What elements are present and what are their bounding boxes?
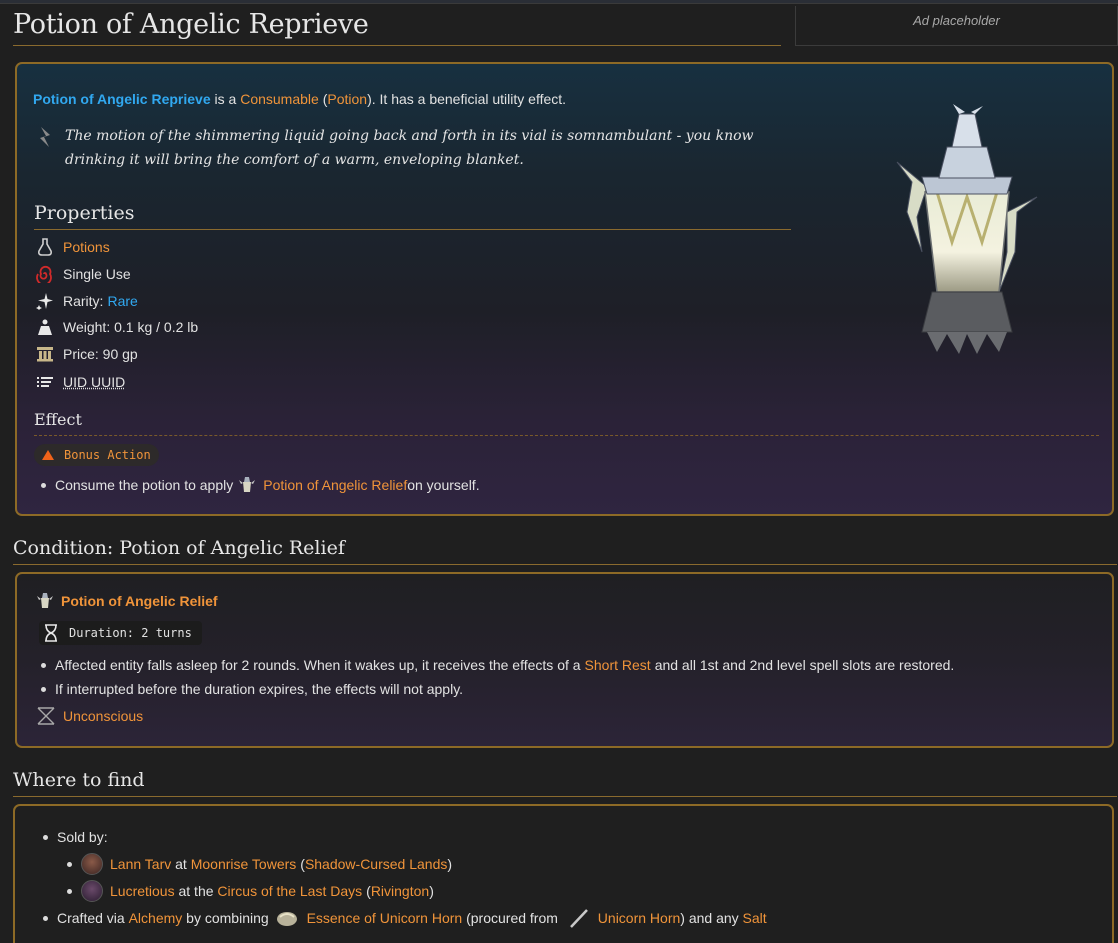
sold-by-row: Sold by: [43, 826, 108, 848]
where-to-find-heading: Where to find [13, 769, 1117, 797]
vendor-row: Lucretious at the Circus of the Last Day… [67, 879, 434, 903]
spiral-icon [35, 264, 55, 284]
prop-weight: Weight: 0.1 kg / 0.2 lb [35, 316, 198, 338]
properties-heading: Properties [34, 202, 791, 230]
item-infobox: Potion of Angelic Reprieve is a Consumab… [15, 62, 1114, 516]
page-title: Potion of Angelic Reprieve [13, 8, 781, 46]
angelic-relief-icon [37, 593, 53, 608]
vendor-row: Lann Tarv at Moonrise Towers (Shadow-Cur… [67, 852, 452, 876]
avatar [81, 853, 103, 875]
sold-by-label: Sold by: [57, 829, 108, 845]
potion-artwork [896, 104, 1038, 354]
bullet-dot [67, 861, 72, 867]
prop-rarity: Rarity: Rare [35, 290, 138, 312]
bullet-dot [67, 888, 72, 894]
consumable-link[interactable]: Consumable [240, 91, 319, 107]
bonus-action-badge: Bonus Action [34, 444, 159, 466]
vendor-at: at [171, 856, 191, 872]
rarity-label: Rarity: [63, 293, 104, 309]
essence-icon [276, 912, 297, 926]
prop-uid: UID UUID [35, 371, 125, 393]
bonus-action-label: Bonus Action [64, 448, 151, 462]
intro-text: Potion of Angelic Reprieve is a Consumab… [33, 91, 566, 107]
unicorn-horn-link[interactable]: Unicorn Horn [598, 910, 680, 926]
item-name-link[interactable]: Potion of Angelic Reprieve [33, 91, 211, 107]
flask-icon [35, 237, 55, 257]
crafted-row: Crafted via Alchemy by combining Essence… [43, 905, 767, 931]
location-link[interactable]: Circus of the Last Days [217, 883, 362, 899]
unconscious-row: Unconscious [35, 704, 143, 728]
condition-bullet-1: Affected entity falls asleep for 2 round… [41, 654, 954, 676]
condition-title-row: Potion of Angelic Relief [35, 590, 218, 612]
duration-badge: Duration: 2 turns [39, 621, 202, 645]
salt-link[interactable]: Salt [743, 910, 767, 926]
condition-bullet-2: If interrupted before the duration expir… [41, 678, 463, 700]
crafted-by: by combining [182, 910, 273, 926]
flavor-quote: The motion of the shimmering liquid goin… [65, 128, 754, 168]
bullet-dot [41, 482, 46, 488]
potions-link[interactable]: Potions [63, 239, 110, 255]
effect-bullet: Consume the potion to apply Potion of An… [41, 473, 480, 497]
angelic-relief-link[interactable]: Potion of Angelic Relief [263, 477, 407, 493]
prop-single-use: Single Use [35, 263, 131, 285]
vendor-at: at the [174, 883, 218, 899]
effect-heading: Effect [34, 410, 1099, 436]
location-link[interactable]: Moonrise Towers [191, 856, 297, 872]
vendor-link[interactable]: Lann Tarv [110, 856, 171, 872]
angelic-relief-icon [239, 477, 256, 492]
list-icon [35, 372, 55, 392]
condition-b1-post: and all 1st and 2nd level spell slots ar… [654, 657, 955, 673]
triangle-icon [42, 450, 54, 460]
condition-b2-text: If interrupted before the duration expir… [55, 681, 464, 697]
bullet-dot [43, 915, 48, 921]
alchemy-link[interactable]: Alchemy [129, 910, 183, 926]
effect-text-pre: Consume the potion to apply [55, 477, 234, 493]
ad-placeholder: Ad placeholder [795, 6, 1118, 46]
condition-b1-pre: Affected entity falls asleep for 2 round… [55, 657, 581, 673]
prop-potions: Potions [35, 236, 110, 258]
effect-text-post: on yourself. [407, 477, 480, 493]
condition-box: Potion of Angelic Relief Duration: 2 tur… [15, 572, 1114, 748]
horn-icon [569, 909, 588, 928]
rarity-link[interactable]: Rare [107, 293, 137, 309]
unconscious-link[interactable]: Unconscious [63, 708, 143, 724]
region-link[interactable]: Shadow-Cursed Lands [305, 856, 447, 872]
weight-icon [35, 317, 55, 337]
intro-tail: ). It has a beneficial utility effect. [367, 91, 567, 107]
price-label: Price: 90 gp [63, 346, 138, 362]
avatar [81, 880, 103, 902]
condition-name-link[interactable]: Potion of Angelic Relief [61, 593, 218, 609]
crafted-procured: (procured from [462, 910, 562, 926]
short-rest-link[interactable]: Short Rest [585, 657, 651, 673]
region-link[interactable]: Rivington [371, 883, 429, 899]
intro-is-a: is a [210, 91, 241, 107]
where-to-find-box: Sold by: Lann Tarv at Moonrise Towers (S… [13, 804, 1114, 943]
sparkle-icon [35, 291, 55, 311]
bullet-dot [41, 686, 46, 692]
essence-link[interactable]: Essence of Unicorn Horn [307, 910, 463, 926]
crafted-and: ) and any [680, 910, 743, 926]
duration-label: Duration: 2 turns [69, 626, 192, 640]
top-bar [0, 0, 1118, 4]
single-use-label: Single Use [63, 266, 131, 282]
quote-icon [40, 127, 50, 147]
potion-link[interactable]: Potion [327, 91, 367, 107]
condition-heading: Condition: Potion of Angelic Relief [13, 537, 1117, 565]
coins-icon [35, 344, 55, 364]
unconscious-icon [37, 707, 55, 725]
bullet-dot [41, 662, 46, 668]
weight-label: Weight: 0.1 kg / 0.2 lb [63, 319, 199, 335]
vendor-link[interactable]: Lucretious [110, 883, 175, 899]
crafted-pre: Crafted via [57, 910, 129, 926]
bullet-dot [43, 834, 48, 840]
prop-price: Price: 90 gp [35, 343, 138, 365]
uid-label[interactable]: UID UUID [63, 374, 125, 390]
hourglass-icon [45, 624, 57, 642]
